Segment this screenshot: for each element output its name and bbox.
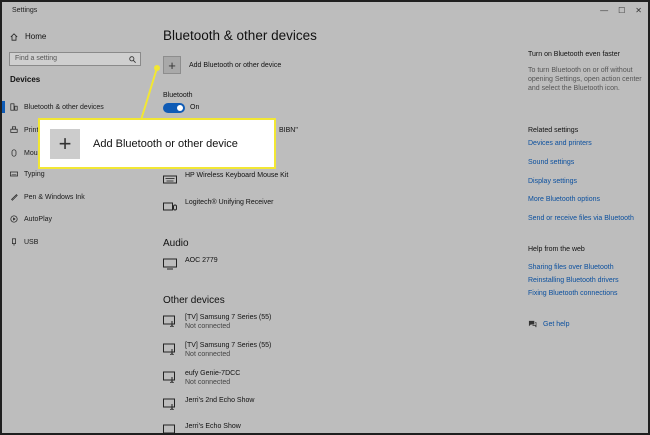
- link-reinstalling-drivers[interactable]: Reinstalling Bluetooth drivers: [528, 277, 619, 284]
- device-name: eufy Genie-7DCC: [185, 370, 241, 377]
- media-device-icon: [163, 343, 175, 355]
- pen-icon: [11, 194, 18, 201]
- minimize-button[interactable]: —: [600, 6, 608, 15]
- device-item[interactable]: Jerri's Echo Show: [163, 423, 241, 433]
- get-help-label: Get help: [543, 320, 570, 328]
- obscured-device-name: BIBN": [279, 127, 298, 134]
- media-device-icon: [163, 315, 175, 327]
- media-device-icon: [163, 371, 175, 383]
- keyboard-icon: [163, 175, 177, 184]
- sidebar-section-heading: Devices: [10, 75, 41, 84]
- window-controls: — ☐ ✕: [600, 6, 642, 15]
- plus-icon: +: [50, 128, 80, 159]
- plus-icon: +: [163, 56, 181, 74]
- device-name: [TV] Samsung 7 Series (55): [185, 314, 272, 321]
- printer-icon: [10, 126, 18, 133]
- link-sharing-files[interactable]: Sharing files over Bluetooth: [528, 264, 614, 271]
- main-content: Bluetooth & other devices + Add Bluetoot…: [152, 2, 512, 433]
- device-item[interactable]: HP Wireless Keyboard Mouse Kit: [163, 172, 288, 185]
- usb-icon: [12, 238, 16, 246]
- faster-description: To turn Bluetooth on or off without open…: [528, 67, 642, 92]
- page-title: Bluetooth & other devices: [163, 28, 317, 43]
- audio-heading: Audio: [163, 238, 189, 249]
- home-icon: [10, 32, 18, 41]
- bluetooth-toggle[interactable]: [163, 103, 185, 113]
- add-device-button[interactable]: + Add Bluetooth or other device: [163, 56, 281, 74]
- search-placeholder: Find a setting: [15, 55, 58, 62]
- home-label: Home: [25, 32, 47, 41]
- close-button[interactable]: ✕: [635, 6, 642, 15]
- keyboard-mouse-icon: [163, 202, 177, 211]
- faster-heading: Turn on Bluetooth even faster: [528, 51, 620, 58]
- sidebar-item-label: USB: [24, 238, 39, 246]
- window-title: Settings: [12, 7, 38, 14]
- sidebar-item-pen[interactable]: Pen & Windows Ink: [2, 188, 152, 206]
- device-item[interactable]: Logitech® Unifying Receiver: [163, 199, 273, 212]
- link-display-settings[interactable]: Display settings: [528, 178, 577, 185]
- sidebar-item-label: Typing: [24, 170, 45, 178]
- device-name: Jerri's Echo Show: [185, 423, 241, 430]
- device-name: Logitech® Unifying Receiver: [185, 199, 274, 206]
- link-more-bluetooth[interactable]: More Bluetooth options: [528, 196, 600, 203]
- search-icon: [129, 56, 136, 63]
- autoplay-icon: [10, 215, 18, 223]
- device-item[interactable]: AOC 2779: [163, 257, 218, 270]
- device-item[interactable]: [TV] Samsung 7 Series (55) Not connected: [163, 342, 271, 358]
- device-item[interactable]: [TV] Samsung 7 Series (55) Not connected: [163, 314, 271, 330]
- device-status: Not connected: [185, 351, 231, 358]
- related-settings-heading: Related settings: [528, 127, 579, 134]
- right-panel: — ☐ ✕ Turn on Bluetooth even faster To t…: [512, 2, 648, 433]
- mouse-icon: [11, 149, 17, 157]
- device-name: AOC 2779: [185, 257, 218, 264]
- device-status: Not connected: [185, 323, 231, 330]
- search-input[interactable]: Find a setting: [9, 52, 141, 66]
- sidebar-item-label: Bluetooth & other devices: [24, 103, 104, 111]
- link-fixing-connections[interactable]: Fixing Bluetooth connections: [528, 290, 618, 297]
- link-send-receive-files[interactable]: Send or receive files via Bluetooth: [528, 215, 634, 222]
- media-device-icon: [163, 398, 175, 410]
- monitor-icon: [163, 258, 177, 270]
- callout-label: Add Bluetooth or other device: [93, 137, 238, 150]
- sidebar-item-bluetooth[interactable]: Bluetooth & other devices: [2, 98, 152, 116]
- sidebar-item-autoplay[interactable]: AutoPlay: [2, 210, 152, 228]
- link-devices-printers[interactable]: Devices and printers: [528, 140, 592, 147]
- toggle-state-label: On: [190, 104, 200, 111]
- device-item[interactable]: Jerri's 2nd Echo Show: [163, 397, 254, 410]
- settings-window: Settings Home Find a setting Devices Blu…: [0, 0, 650, 435]
- bluetooth-devices-icon: [10, 103, 18, 111]
- device-name: HP Wireless Keyboard Mouse Kit: [185, 172, 289, 179]
- sidebar-item-label: Pen & Windows Ink: [24, 193, 85, 201]
- get-help-link[interactable]: Get help: [528, 320, 569, 328]
- add-device-label: Add Bluetooth or other device: [189, 61, 282, 69]
- keyboard-icon: [10, 171, 18, 177]
- media-device-icon: [163, 424, 175, 433]
- device-item[interactable]: eufy Genie-7DCC Not connected: [163, 370, 240, 386]
- device-status: Not connected: [185, 379, 231, 386]
- link-sound-settings[interactable]: Sound settings: [528, 159, 574, 166]
- device-name: Jerri's 2nd Echo Show: [185, 397, 255, 404]
- help-heading: Help from the web: [528, 246, 585, 253]
- home-nav[interactable]: Home: [10, 32, 46, 41]
- sidebar: Settings Home Find a setting Devices Blu…: [2, 2, 152, 433]
- add-device-callout: + Add Bluetooth or other device: [38, 118, 276, 169]
- chat-bubble-icon: [528, 320, 537, 328]
- sidebar-item-usb[interactable]: USB: [2, 233, 152, 251]
- sidebar-item-label: AutoPlay: [24, 215, 53, 223]
- bluetooth-label: Bluetooth: [163, 92, 193, 99]
- maximize-button[interactable]: ☐: [618, 6, 625, 15]
- other-devices-heading: Other devices: [163, 295, 225, 306]
- device-name: [TV] Samsung 7 Series (55): [185, 342, 272, 349]
